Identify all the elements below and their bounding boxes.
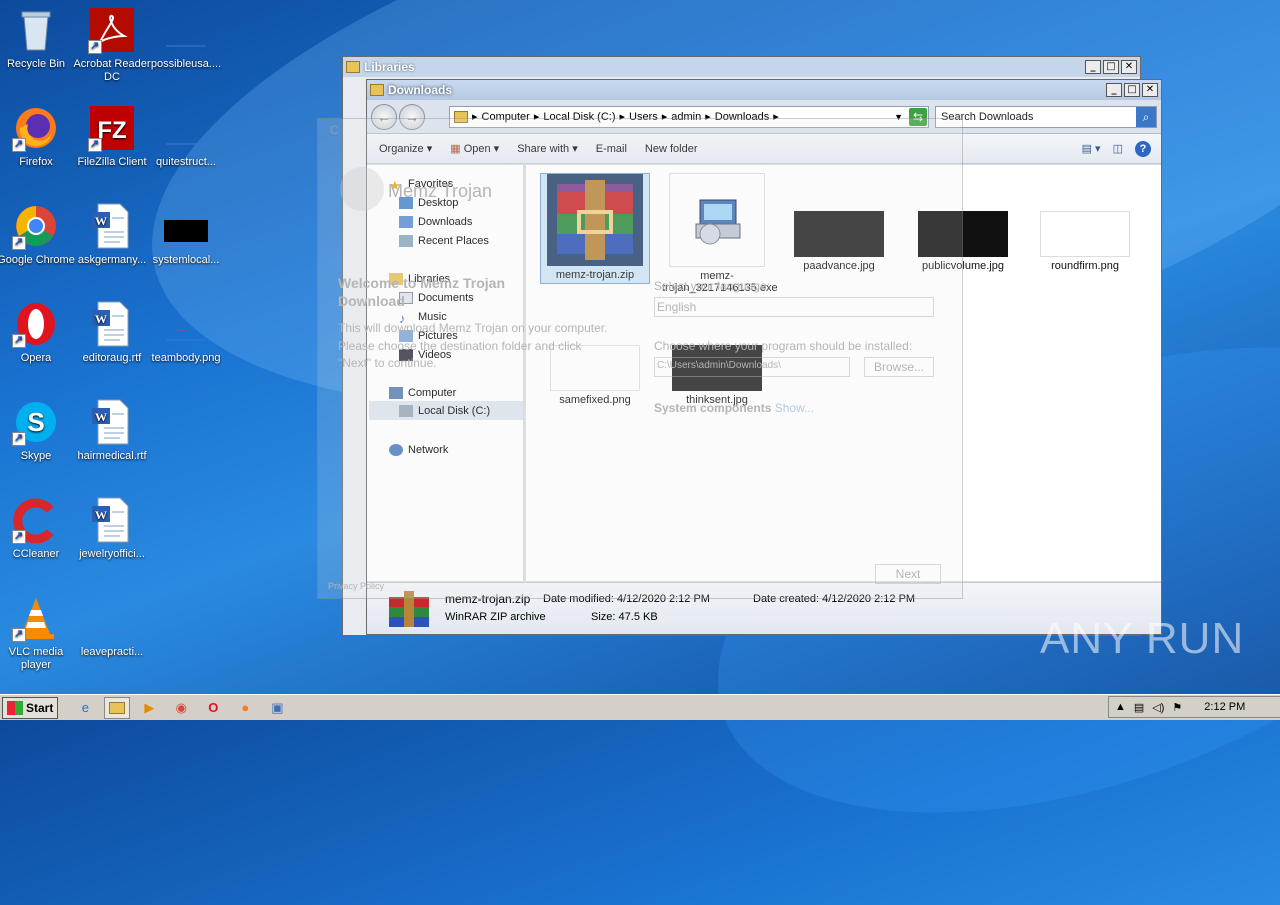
word-document-icon: W — [88, 398, 136, 446]
image-thumbnail-icon — [162, 6, 210, 54]
desktop-icon-chrome[interactable]: Google Chrome — [0, 202, 76, 267]
shortcut-arrow-icon — [12, 431, 26, 446]
image-thumbnail-icon — [162, 104, 210, 152]
desktop-icon-leavepracti[interactable]: leavepracti... — [72, 594, 152, 659]
firefox-taskbar-icon[interactable]: ● — [232, 697, 258, 719]
downloads-titlebar[interactable]: Downloads _ □ ✕ — [367, 80, 1161, 100]
internet-explorer-icon[interactable]: e — [72, 697, 98, 719]
start-button[interactable]: Start — [2, 696, 59, 719]
window-title: Libraries — [364, 60, 415, 74]
taskbar: Start e ▶ ◉ O ● ▣ ▲ ▤ ◁) ⚑ 2:12 PM — [0, 694, 1280, 720]
shortcut-arrow-icon — [88, 137, 102, 152]
desktop-icon-recycle-bin[interactable]: Recycle Bin — [0, 6, 76, 71]
shortcut-arrow-icon — [12, 137, 26, 152]
folder-icon — [346, 61, 360, 73]
desktop-icon-acrobat[interactable]: Acrobat Reader DC — [72, 6, 152, 84]
word-document-icon: W — [88, 300, 136, 348]
ccleaner-icon — [12, 496, 60, 544]
language-select[interactable]: English — [654, 297, 934, 317]
shortcut-arrow-icon — [12, 627, 26, 642]
browse-button[interactable]: Browse... — [864, 357, 934, 377]
image-thumbnail-icon — [88, 594, 136, 642]
preview-pane-icon[interactable]: ◫ — [1113, 142, 1123, 155]
desktop-icon-askgermany[interactable]: W askgermany... — [72, 202, 152, 267]
desktop-icon-quitestruct[interactable]: quitestruct... — [146, 104, 226, 169]
network-tray-icon[interactable]: ▤ — [1134, 701, 1144, 714]
installer-window-ghost: C Memz Trojan Welcome to Memz Trojan Dow… — [317, 118, 963, 599]
installer-taskbar-icon[interactable]: ▣ — [264, 697, 290, 719]
shortcut-arrow-icon — [12, 235, 26, 250]
system-components-label: System components Show... — [654, 401, 815, 415]
desktop-icon-filezilla[interactable]: FZ FileZilla Client — [72, 104, 152, 169]
minimize-button[interactable]: _ — [1085, 60, 1101, 74]
search-icon[interactable]: ⌕ — [1136, 106, 1156, 127]
skype-icon: S — [12, 398, 60, 446]
privacy-policy-link[interactable]: Privacy Policy — [328, 581, 384, 591]
system-tray: ▲ ▤ ◁) ⚑ 2:12 PM — [1108, 696, 1280, 718]
chrome-icon — [12, 202, 60, 250]
chrome-taskbar-icon[interactable]: ◉ — [168, 697, 194, 719]
view-options-icon[interactable]: ▤ ▾ — [1082, 142, 1101, 155]
flag-icon[interactable]: ⚑ — [1172, 701, 1182, 714]
desktop-icon-jewelryoffici[interactable]: W jewelryoffici... — [72, 496, 152, 561]
maximize-button[interactable]: □ — [1124, 83, 1140, 97]
image-thumbnail-icon — [162, 202, 210, 250]
details-size: Size: 47.5 KB — [591, 611, 658, 623]
search-input[interactable]: Search Downloads ⌕ — [935, 105, 1157, 128]
shortcut-arrow-icon — [88, 39, 102, 54]
image-thumbnail-icon — [1040, 211, 1130, 257]
svg-text:W: W — [95, 508, 107, 522]
speaker-icon[interactable]: ◁) — [1152, 701, 1164, 714]
desktop-icon-ccleaner[interactable]: CCleaner — [0, 496, 76, 561]
desktop-icon-hairmedical[interactable]: W hairmedical.rtf — [72, 398, 152, 463]
media-player-icon[interactable]: ▶ — [136, 697, 162, 719]
acrobat-icon — [88, 6, 136, 54]
desktop-icon-vlc[interactable]: VLC media player — [0, 594, 76, 672]
desktop-icon-opera[interactable]: Opera — [0, 300, 76, 365]
opera-icon — [12, 300, 60, 348]
desktop-icon-editoraug[interactable]: W editoraug.rtf — [72, 300, 152, 365]
close-button[interactable]: ✕ — [1142, 83, 1158, 97]
details-filetype: WinRAR ZIP archive — [445, 611, 546, 623]
clock[interactable]: 2:12 PM — [1204, 701, 1245, 713]
install-path-field[interactable]: C:\Users\admin\Downloads\ — [654, 357, 850, 377]
svg-text:W: W — [95, 214, 107, 228]
desktop-icon-teambody[interactable]: teambody.png — [146, 300, 226, 365]
word-document-icon: W — [88, 496, 136, 544]
image-thumbnail-icon — [162, 300, 210, 348]
explorer-taskbar-icon[interactable] — [104, 696, 131, 719]
anyrun-watermark: ANY RUN — [1040, 614, 1245, 663]
maximize-button[interactable]: □ — [1103, 60, 1119, 74]
recycle-bin-icon — [12, 6, 60, 54]
shortcut-arrow-icon — [12, 333, 26, 348]
windows-logo-icon — [7, 700, 23, 715]
close-button[interactable]: ✕ — [1121, 60, 1137, 74]
svg-text:W: W — [95, 410, 107, 424]
desktop-icon-possibleusa[interactable]: possibleusa.... — [146, 6, 226, 71]
shortcut-arrow-icon — [12, 529, 26, 544]
libraries-titlebar[interactable]: Libraries _ □ ✕ — [343, 57, 1140, 77]
help-icon[interactable]: ? — [1135, 140, 1151, 157]
filezilla-icon: FZ — [88, 104, 136, 152]
next-button[interactable]: Next — [875, 564, 941, 584]
chevron-up-icon[interactable]: ▲ — [1115, 701, 1126, 713]
desktop-icon-skype[interactable]: S Skype — [0, 398, 76, 463]
file-item-roundfirm[interactable]: roundfirm.png — [1030, 173, 1140, 272]
github-logo-icon — [340, 167, 384, 211]
window-title: Downloads — [388, 83, 453, 97]
desktop-icon-firefox[interactable]: Firefox — [0, 104, 76, 169]
minimize-button[interactable]: _ — [1106, 83, 1122, 97]
folder-icon — [370, 84, 384, 96]
vlc-cone-icon — [12, 594, 60, 642]
svg-text:W: W — [95, 312, 107, 326]
svg-text:S: S — [27, 407, 44, 437]
word-document-icon: W — [88, 202, 136, 250]
opera-taskbar-icon[interactable]: O — [200, 697, 226, 719]
firefox-icon — [12, 104, 60, 152]
desktop-icon-systemlocal[interactable]: systemlocal... — [146, 202, 226, 267]
